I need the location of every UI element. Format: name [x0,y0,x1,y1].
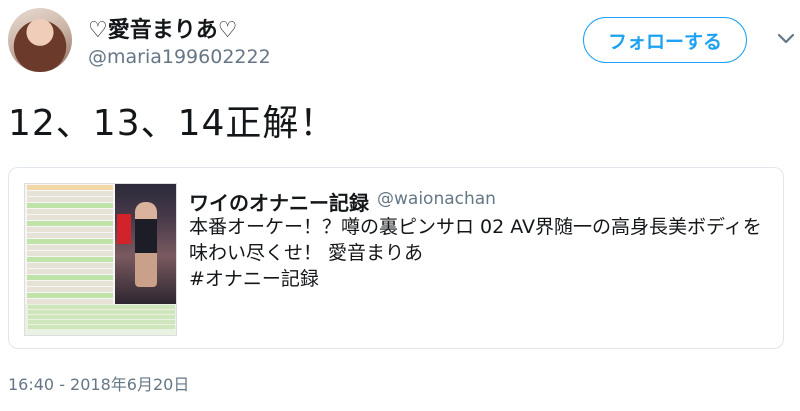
avatar[interactable] [8,8,72,72]
thumbnail-checklist [25,304,176,335]
chevron-down-icon[interactable] [776,28,796,48]
quoted-tweet-card[interactable]: ワイのオナニー記録 @waionachan 本番オーケー！？噂の裏ピンサロ 02… [8,167,784,349]
follow-button[interactable]: フォローする [583,17,747,63]
tweet-timestamp[interactable]: 16:40 - 2018年6月20日 [8,371,189,395]
quoted-tweet-text: 本番オーケー！？噂の裏ピンサロ 02 AV界随一の高身長美ボディを 味わい尽くせ… [189,214,779,292]
thumbnail-dvd-cover [115,184,176,304]
display-name[interactable]: ♡愛音まりあ♡ [88,12,237,44]
quoted-hashtag[interactable]: #オナニー記録 [189,266,779,292]
tweet-text: 12、13、14正解！ [8,103,337,144]
quoted-text-line: 本番オーケー！？噂の裏ピンサロ 02 AV界随一の高身長美ボディを [189,216,762,238]
screen-name[interactable]: @maria199602222 [88,46,271,68]
quoted-text-line: 味わい尽くせ！ 愛音まりあ [189,242,424,264]
quoted-display-name: ワイのオナニー記録 [189,191,369,215]
quoted-screen-name: @waionachan [377,189,496,209]
quoted-tweet-thumbnail[interactable] [24,183,177,336]
